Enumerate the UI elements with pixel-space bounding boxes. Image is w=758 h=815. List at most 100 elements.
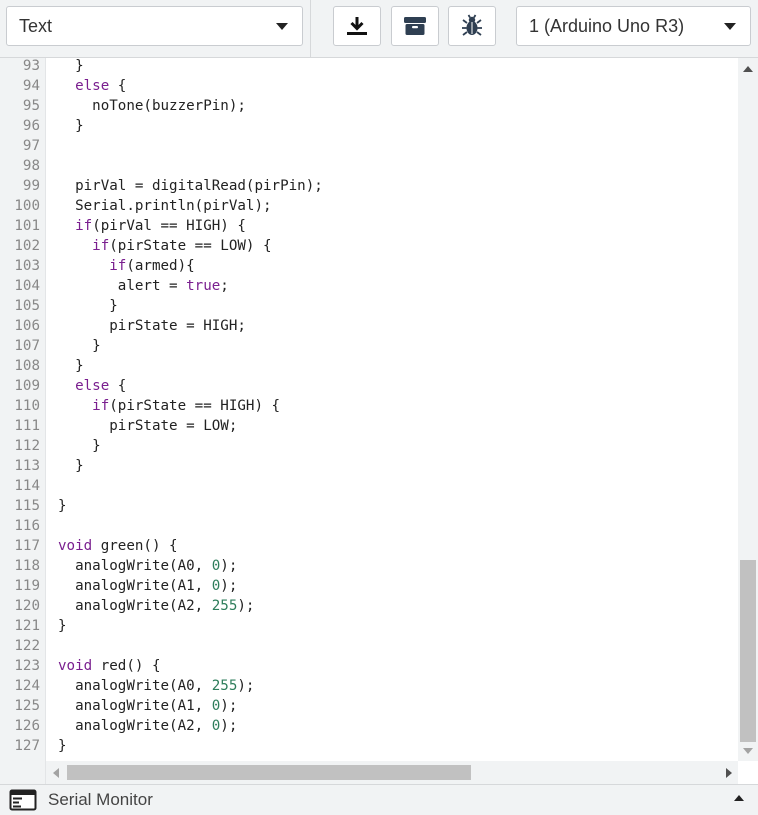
- libraries-button[interactable]: [391, 6, 439, 46]
- debugger-button[interactable]: [448, 6, 496, 46]
- code-line[interactable]: 121}: [0, 616, 738, 636]
- line-number: 120: [14, 598, 40, 614]
- code-text: if(armed){: [40, 258, 194, 274]
- serial-monitor-bar[interactable]: Serial Monitor: [0, 784, 758, 815]
- code-text: }: [40, 438, 101, 454]
- code-text: Serial.println(pirVal);: [40, 198, 272, 214]
- code-text: void green() {: [40, 538, 178, 554]
- code-line[interactable]: 116: [0, 516, 738, 536]
- code-token: pirVal = digitalRead(pirPin);: [58, 178, 323, 194]
- code-line[interactable]: 113 }: [0, 456, 738, 476]
- code-text: }: [40, 358, 84, 374]
- scroll-left-arrow-icon[interactable]: [53, 768, 59, 778]
- code-token: );: [220, 558, 238, 574]
- code-token: analogWrite(A1,: [58, 578, 212, 594]
- code-line[interactable]: 101 if(pirVal == HIGH) {: [0, 216, 738, 236]
- code-line[interactable]: 123 void red() {: [0, 656, 738, 676]
- code-text: analogWrite(A2, 255);: [40, 598, 254, 614]
- code-token: analogWrite(A0,: [58, 678, 212, 694]
- code-line[interactable]: 120 analogWrite(A2, 255);: [0, 596, 738, 616]
- code-line[interactable]: 117 void green() {: [0, 536, 738, 556]
- download-icon: [347, 17, 367, 35]
- code-line[interactable]: 93 }: [0, 56, 738, 76]
- keyword-token: void: [58, 538, 93, 554]
- code-line[interactable]: 119 analogWrite(A1, 0);: [0, 576, 738, 596]
- code-text: }: [40, 118, 84, 134]
- keyword-token: else: [75, 78, 110, 94]
- code-text: }: [40, 338, 101, 354]
- code-token: analogWrite(A2,: [58, 718, 212, 734]
- code-token: }: [58, 458, 84, 474]
- chevron-up-icon[interactable]: [734, 795, 744, 801]
- code-token: (pirState == LOW) {: [109, 238, 272, 254]
- scroll-down-arrow-icon[interactable]: [743, 748, 753, 754]
- code-text: }: [40, 58, 84, 74]
- code-text: if(pirState == LOW) {: [40, 238, 272, 254]
- code-text: analogWrite(A2, 0);: [40, 718, 237, 734]
- board-select-value: 1 (Arduino Uno R3): [529, 15, 685, 36]
- code-line[interactable]: 99 pirVal = digitalRead(pirPin);: [0, 176, 738, 196]
- code-token: pirState = LOW;: [58, 418, 238, 434]
- code-token: red() {: [92, 658, 161, 674]
- code-line[interactable]: 112 }: [0, 436, 738, 456]
- keyword-token: if: [92, 398, 110, 414]
- code-text: noTone(buzzerPin);: [40, 98, 246, 114]
- code-line[interactable]: 100 Serial.println(pirVal);: [0, 196, 738, 216]
- code-line[interactable]: 118 analogWrite(A0, 0);: [0, 556, 738, 576]
- code-token: (pirVal == HIGH) {: [92, 218, 246, 234]
- code-line[interactable]: 94 else {: [0, 76, 738, 96]
- code-line[interactable]: 96 }: [0, 116, 738, 136]
- code-line[interactable]: 127}: [0, 736, 738, 756]
- scroll-up-arrow-icon[interactable]: [743, 66, 753, 72]
- line-number: 101: [14, 218, 40, 234]
- line-number: 126: [14, 718, 40, 734]
- vertical-scroll-thumb[interactable]: [740, 560, 756, 742]
- code-line[interactable]: 122: [0, 636, 738, 656]
- keyword-token: else: [75, 378, 110, 394]
- line-number: 110: [14, 398, 40, 414]
- line-number: 116: [14, 518, 40, 534]
- code-line[interactable]: 124 analogWrite(A0, 255);: [0, 676, 738, 696]
- horizontal-scroll-thumb[interactable]: [67, 765, 471, 780]
- code-line[interactable]: 106 pirState = HIGH;: [0, 316, 738, 336]
- code-line[interactable]: 111 pirState = LOW;: [0, 416, 738, 436]
- code-line[interactable]: 105 }: [0, 296, 738, 316]
- code-line[interactable]: 95 noTone(buzzerPin);: [0, 96, 738, 116]
- vertical-scrollbar[interactable]: [738, 58, 758, 761]
- line-number: 96: [22, 118, 40, 134]
- chevron-down-icon: [276, 22, 288, 30]
- code-line[interactable]: 103 if(armed){: [0, 256, 738, 276]
- code-line[interactable]: 102 if(pirState == LOW) {: [0, 236, 738, 256]
- line-number: 127: [14, 738, 40, 754]
- code-line[interactable]: 110 if(pirState == HIGH) {: [0, 396, 738, 416]
- code-line[interactable]: 125 analogWrite(A1, 0);: [0, 696, 738, 716]
- code-line[interactable]: 109 else {: [0, 376, 738, 396]
- code-token: pirState = HIGH;: [58, 318, 246, 334]
- scroll-right-arrow-icon[interactable]: [726, 768, 732, 778]
- code-text: if(pirState == HIGH) {: [40, 398, 280, 414]
- board-select[interactable]: 1 (Arduino Uno R3): [516, 6, 751, 46]
- code-token: Serial.println(pirVal);: [58, 198, 272, 214]
- code-line[interactable]: 108 }: [0, 356, 738, 376]
- code-line[interactable]: 97: [0, 136, 738, 156]
- code-line[interactable]: 115}: [0, 496, 738, 516]
- code-lines: 93 } 94 else {95 noTone(buzzerPin); 96 } 97…: [0, 56, 738, 756]
- line-number: 104: [14, 278, 40, 294]
- code-token: }: [58, 358, 84, 374]
- horizontal-scrollbar[interactable]: [46, 761, 738, 784]
- serial-monitor-label: Serial Monitor: [48, 790, 153, 809]
- editor-mode-select[interactable]: Text: [6, 6, 303, 46]
- code-line[interactable]: 126 analogWrite(A2, 0);: [0, 716, 738, 736]
- code-token: green() {: [92, 538, 178, 554]
- code-line[interactable]: 107 }: [0, 336, 738, 356]
- code-line[interactable]: 98: [0, 156, 738, 176]
- code-text: }: [40, 458, 84, 474]
- code-editor[interactable]: 93 } 94 else {95 noTone(buzzerPin); 96 } 97…: [0, 58, 758, 784]
- code-line[interactable]: 114: [0, 476, 738, 496]
- number-token: 0: [211, 578, 221, 594]
- code-line[interactable]: 104 alert = true;: [0, 276, 738, 296]
- download-button[interactable]: [333, 6, 381, 46]
